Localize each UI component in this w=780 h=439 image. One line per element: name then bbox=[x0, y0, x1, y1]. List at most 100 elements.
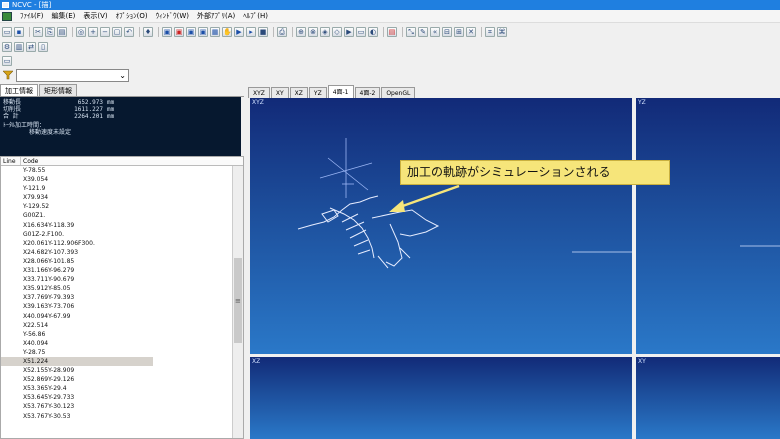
cad-tool-7-icon[interactable]: ◐ bbox=[368, 26, 378, 37]
code-row[interactable]: X51.224 bbox=[1, 356, 153, 367]
machining-info-panel: 移動長 652.973 mm 切削長 1611.227 mm 合 計 2264.… bbox=[0, 97, 241, 158]
code-row[interactable]: X53.645Y-29.733 bbox=[1, 393, 153, 402]
view-tab[interactable]: XYZ bbox=[248, 87, 270, 98]
zoom-out-icon[interactable]: − bbox=[100, 26, 110, 37]
code-row[interactable]: X40.094Y-67.99 bbox=[1, 312, 153, 321]
window-icon[interactable]: ▯ bbox=[38, 41, 48, 52]
play-icon[interactable]: ▶ bbox=[234, 26, 244, 37]
code-list-scrollbar[interactable]: ≡ bbox=[232, 166, 243, 438]
zoom-fit-icon[interactable]: ◎ bbox=[76, 26, 86, 37]
cad-tool-11-icon[interactable]: « bbox=[430, 26, 440, 37]
view-tab[interactable]: XY bbox=[270, 87, 289, 98]
menu-file[interactable]: ﾌｧｲﾙ(F) bbox=[16, 10, 48, 23]
viewport-main[interactable]: XYZ bbox=[250, 98, 632, 354]
tab-machining-info[interactable]: 加工情報 bbox=[0, 84, 38, 96]
cad-tool-1-icon[interactable]: ⊕ bbox=[296, 26, 306, 37]
cad-tool-8-icon[interactable]: ▤ bbox=[387, 26, 397, 37]
menu-help[interactable]: ﾍﾙﾌﾟ(H) bbox=[239, 10, 272, 23]
copy-icon[interactable]: ⎘ bbox=[45, 26, 55, 37]
cad-tool-13-icon[interactable]: ⊞ bbox=[454, 26, 464, 37]
code-row[interactable]: X52.869Y-29.126 bbox=[1, 375, 153, 384]
code-row[interactable]: Y-28.75 bbox=[1, 348, 153, 357]
column-header-line[interactable]: Line bbox=[1, 157, 21, 165]
cad-tool-10-icon[interactable]: ✎ bbox=[418, 26, 428, 37]
view-yz-icon[interactable]: ▣ bbox=[198, 26, 208, 37]
document-icon[interactable] bbox=[2, 11, 12, 21]
code-row[interactable]: Y-78.55 bbox=[1, 166, 153, 175]
code-row[interactable]: Y-56.86 bbox=[1, 330, 153, 339]
cad-tool-3-icon[interactable]: ◈ bbox=[320, 26, 330, 37]
open-icon[interactable]: ▭ bbox=[2, 26, 12, 37]
tab-rect-info[interactable]: 矩形情報 bbox=[39, 84, 77, 96]
viewport-bottom-left[interactable]: XZ bbox=[250, 357, 632, 439]
chevron-down-icon[interactable]: ⌄ bbox=[119, 71, 126, 81]
code-row[interactable]: X53.767Y-30.53 bbox=[1, 412, 153, 421]
code-row[interactable]: X52.155Y-28.909 bbox=[1, 366, 153, 375]
nc-code-list[interactable]: Line Code Y-78.55 X39.054 Y-121.9 X79.934 Y-… bbox=[0, 156, 244, 439]
zoom-window-icon[interactable]: ▢ bbox=[112, 26, 122, 37]
cad-tool-6-icon[interactable]: ▭ bbox=[356, 26, 366, 37]
code-row[interactable]: Y-129.52 bbox=[1, 202, 153, 211]
code-row[interactable]: X40.094 bbox=[1, 339, 153, 348]
pan-hand-icon[interactable]: ✋ bbox=[222, 26, 232, 37]
code-row[interactable]: X37.769Y-79.393 bbox=[1, 293, 153, 302]
cad-tool-5-icon[interactable]: ▶ bbox=[344, 26, 354, 37]
menu-window[interactable]: ｳｨﾝﾄﾞｳ(W) bbox=[152, 10, 193, 23]
view-xy-icon[interactable]: ▣ bbox=[174, 26, 184, 37]
code-row[interactable]: X33.711Y-90.679 bbox=[1, 275, 153, 284]
stop-icon[interactable]: ■ bbox=[258, 26, 268, 37]
cad-tool-14-icon[interactable]: ✕ bbox=[466, 26, 476, 37]
cad-tool-4-icon[interactable]: ◇ bbox=[332, 26, 342, 37]
viewport-right[interactable]: YZ bbox=[636, 98, 780, 354]
code-row[interactable]: X22.514 bbox=[1, 321, 153, 330]
view-tab[interactable]: XZ bbox=[289, 87, 308, 98]
code-row[interactable]: G00Z1. bbox=[1, 211, 153, 220]
cut-icon[interactable]: ✂ bbox=[33, 26, 43, 37]
view-tab[interactable]: YZ bbox=[308, 87, 327, 98]
layer-icon[interactable]: ▥ bbox=[14, 41, 24, 52]
code-row[interactable]: X24.682Y-107.393 bbox=[1, 248, 153, 257]
view-tab[interactable]: 4面-1 bbox=[327, 85, 354, 98]
zoom-previous-icon[interactable]: ↶ bbox=[124, 26, 134, 37]
code-row[interactable]: X35.912Y-85.05 bbox=[1, 284, 153, 293]
viewport-bottom-right[interactable]: XY bbox=[636, 357, 780, 439]
filter-icon[interactable] bbox=[3, 70, 13, 80]
code-row[interactable]: X20.061Y-112.906F300. bbox=[1, 239, 153, 248]
database-icon[interactable]: ▭ bbox=[2, 55, 12, 66]
code-row[interactable]: Y-121.9 bbox=[1, 184, 153, 193]
cad-tool-2-icon[interactable]: ⊗ bbox=[308, 26, 318, 37]
view-four-icon[interactable]: ▦ bbox=[210, 26, 220, 37]
bulb-icon[interactable]: ♦ bbox=[143, 26, 153, 37]
code-row[interactable]: X53.767Y-30.123 bbox=[1, 402, 153, 411]
view-xyz-icon[interactable]: ▣ bbox=[162, 26, 172, 37]
menu-edit[interactable]: 編集(E) bbox=[48, 10, 80, 23]
cad-tool-12-icon[interactable]: ⊟ bbox=[442, 26, 452, 37]
code-row[interactable]: X79.934 bbox=[1, 193, 153, 202]
code-row[interactable]: X16.634Y-118.39 bbox=[1, 221, 153, 230]
view-tab[interactable]: 4面-2 bbox=[354, 87, 381, 98]
code-row[interactable]: X28.066Y-101.85 bbox=[1, 257, 153, 266]
print-icon[interactable]: ⎙ bbox=[277, 26, 287, 37]
step-icon[interactable]: ▸ bbox=[246, 26, 256, 37]
save-icon[interactable]: ▪ bbox=[14, 26, 24, 37]
settings-icon[interactable]: ⚙ bbox=[2, 41, 12, 52]
paste-icon[interactable]: ▤ bbox=[57, 26, 67, 37]
cad-tool-16-icon[interactable]: ⌘ bbox=[497, 26, 507, 37]
code-row[interactable]: X39.054 bbox=[1, 175, 153, 184]
view-tab[interactable]: OpenGL bbox=[381, 87, 416, 98]
code-row[interactable]: G01Z-2.F100. bbox=[1, 230, 153, 239]
convert-icon[interactable]: ⇄ bbox=[26, 41, 36, 52]
cad-tool-9-icon[interactable]: ⤡ bbox=[406, 26, 416, 37]
toolbar-separator bbox=[158, 26, 159, 37]
menu-options[interactable]: ｵﾌﾟｼｮﾝ(O) bbox=[112, 10, 152, 23]
filter-combo[interactable]: ⌄ bbox=[16, 69, 129, 82]
menu-external-apps[interactable]: 外部ｱﾌﾟﾘ(A) bbox=[193, 10, 239, 23]
view-xz-icon[interactable]: ▣ bbox=[186, 26, 196, 37]
code-row[interactable]: X39.163Y-73.706 bbox=[1, 302, 153, 311]
code-row[interactable]: X53.365Y-29.4 bbox=[1, 384, 153, 393]
menu-view[interactable]: 表示(V) bbox=[79, 10, 111, 23]
code-row[interactable]: X31.166Y-96.279 bbox=[1, 266, 153, 275]
column-header-code[interactable]: Code bbox=[21, 157, 243, 165]
zoom-in-icon[interactable]: + bbox=[88, 26, 98, 37]
cad-tool-15-icon[interactable]: ⌗ bbox=[485, 26, 495, 37]
